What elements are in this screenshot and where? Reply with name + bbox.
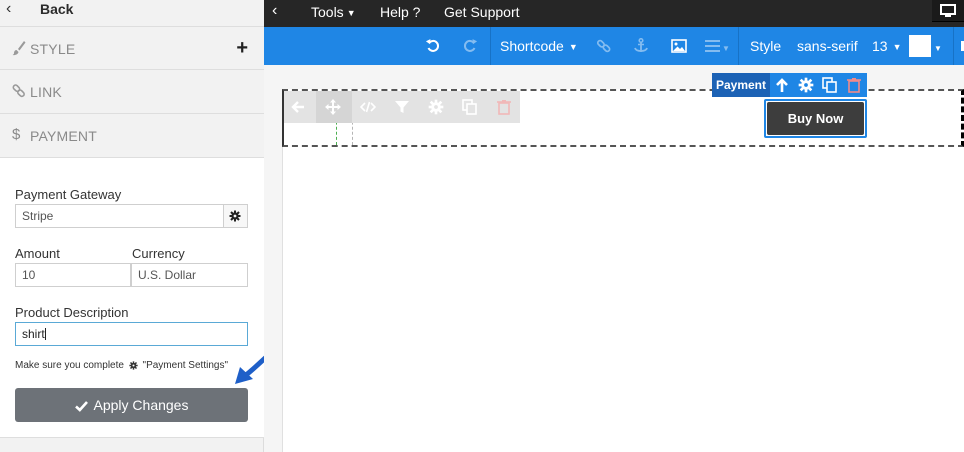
chevron-left-icon[interactable]: ‹ <box>272 2 277 20</box>
payment-element[interactable]: Buy Now <box>764 99 867 138</box>
section-link[interactable]: LINK <box>0 70 264 114</box>
section-style[interactable]: STYLE + <box>0 26 264 70</box>
copy-icon[interactable] <box>822 77 838 93</box>
arrow-up-icon[interactable] <box>774 77 790 93</box>
desktop-view-button[interactable] <box>932 0 964 22</box>
font-family-select[interactable]: sans-serif <box>797 27 858 65</box>
payment-settings-link[interactable]: "Payment Settings" <box>143 360 228 371</box>
gateway-select[interactable]: Stripe <box>15 204 224 228</box>
tools-menu[interactable]: Tools ▼ <box>311 4 356 20</box>
gear-icon[interactable] <box>798 77 814 93</box>
apply-changes-label: Apply Changes <box>93 397 189 413</box>
row-toolbar <box>284 91 520 123</box>
payment-form: Payment Gateway Stripe Amount 10 Currenc… <box>0 158 264 438</box>
toolbar-divider <box>490 27 491 65</box>
style-button[interactable]: Style <box>750 27 781 65</box>
redo-icon[interactable] <box>463 39 477 53</box>
caret-down-icon: ▼ <box>568 42 578 52</box>
copy-icon[interactable] <box>462 99 478 115</box>
back-button[interactable]: ‹ Back <box>0 0 264 26</box>
top-menu-bar: ‹ Tools ▼ Help ? Get Support <box>264 0 964 27</box>
color-picker[interactable]: ▼ <box>909 27 942 65</box>
link-icon <box>12 84 25 98</box>
align-icon <box>705 40 720 52</box>
gear-icon <box>229 210 241 222</box>
section-payment[interactable]: $ PAYMENT <box>0 114 264 158</box>
tools-label: Tools <box>311 4 344 20</box>
anchor-icon[interactable] <box>634 38 648 54</box>
check-icon <box>74 401 88 412</box>
amount-label: Amount <box>15 246 60 261</box>
align-menu[interactable]: ▼ <box>705 27 730 65</box>
link-icon[interactable] <box>597 39 611 53</box>
caret-down-icon: ▼ <box>892 42 902 52</box>
caret-down-icon: ▼ <box>346 8 356 18</box>
help-menu[interactable]: Help ? <box>380 4 420 20</box>
monitor-icon <box>940 4 956 17</box>
font-size-value: 13 <box>872 38 888 54</box>
apply-changes-button[interactable]: Apply Changes <box>15 388 248 422</box>
trash-icon[interactable] <box>846 77 862 93</box>
gateway-label: Payment Gateway <box>15 187 122 202</box>
section-link-label: LINK <box>30 84 62 100</box>
code-icon[interactable] <box>360 99 376 115</box>
element-label: Payment <box>712 73 770 97</box>
shortcode-menu[interactable]: Shortcode ▼ <box>500 27 578 65</box>
gear-icon[interactable] <box>428 99 444 115</box>
arrow-left-icon[interactable] <box>290 99 306 115</box>
currency-label: Currency <box>132 246 185 261</box>
color-swatch <box>909 35 931 57</box>
editor-toolbar: Shortcode ▼ ▼ Style sans-serif 13 ▼ ▼ <box>264 27 964 65</box>
description-input[interactable]: shirt <box>15 322 248 346</box>
image-icon[interactable] <box>671 39 687 53</box>
toolbar-divider <box>738 27 739 65</box>
move-icon[interactable] <box>325 99 341 115</box>
undo-icon[interactable] <box>426 39 440 53</box>
note-text: Make sure you complete <box>15 360 124 371</box>
get-support-link[interactable]: Get Support <box>444 4 520 20</box>
description-label: Product Description <box>15 305 129 320</box>
amount-input[interactable]: 10 <box>15 263 131 287</box>
text-cursor <box>44 328 46 340</box>
currency-select[interactable]: U.S. Dollar <box>131 263 248 287</box>
caret-down-icon: ▼ <box>934 44 942 53</box>
plus-icon[interactable]: + <box>236 37 248 60</box>
filter-icon[interactable] <box>394 99 410 115</box>
brush-icon <box>12 41 26 56</box>
sidebar: ‹ Back STYLE + LINK $ PAYMENT Payment Ga… <box>0 0 277 452</box>
dollar-icon: $ <box>12 126 21 143</box>
payment-settings-note: Make sure you complete "Payment Settings… <box>15 360 228 371</box>
trash-icon[interactable] <box>496 99 512 115</box>
caret-down-icon: ▼ <box>722 44 730 53</box>
buy-now-button[interactable]: Buy Now <box>767 102 864 135</box>
back-label: Back <box>40 1 74 17</box>
section-style-label: STYLE <box>30 41 76 57</box>
gateway-settings-button[interactable] <box>224 204 248 228</box>
toolbar-divider <box>953 27 954 65</box>
section-payment-label: PAYMENT <box>30 128 97 144</box>
payment-element-toolbar: Payment <box>712 73 867 97</box>
shortcode-label: Shortcode <box>500 38 564 54</box>
chevron-left-icon: ‹ <box>6 0 12 17</box>
description-value: shirt <box>22 327 45 341</box>
font-size-select[interactable]: 13 ▼ <box>872 27 902 65</box>
element-actions <box>770 73 867 97</box>
gear-icon <box>129 361 138 370</box>
